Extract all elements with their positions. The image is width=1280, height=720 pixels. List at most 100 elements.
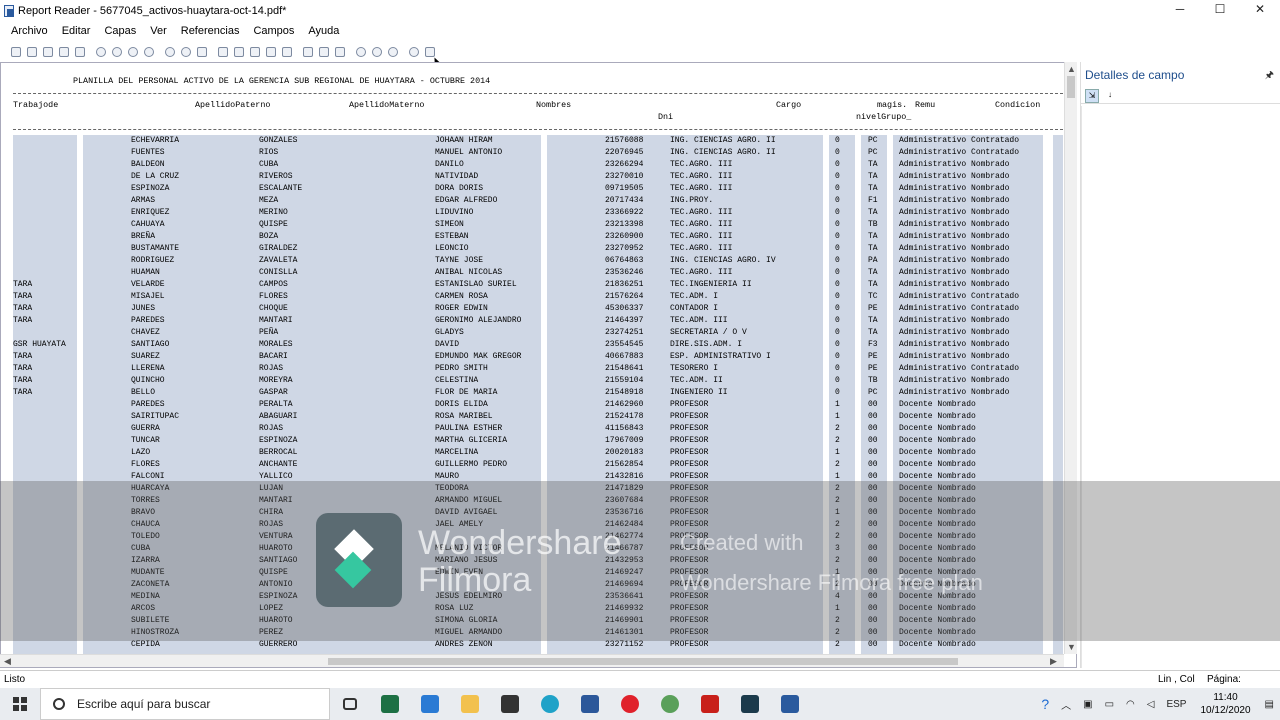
cell-paterno: QUINCHO bbox=[131, 376, 165, 385]
watermark-plan: Wondershare Filmora free plan bbox=[680, 570, 983, 595]
notifications-icon[interactable]: ▤ bbox=[1265, 699, 1274, 710]
menu-referencias[interactable]: Referencias bbox=[181, 25, 240, 37]
eye-icon[interactable] bbox=[409, 47, 419, 57]
cell-remu: 00 bbox=[868, 436, 878, 445]
cell-materno: MORALES bbox=[259, 340, 293, 349]
menu-editar[interactable]: Editar bbox=[62, 25, 91, 37]
layer2-icon[interactable] bbox=[112, 47, 122, 57]
import2-icon[interactable] bbox=[234, 47, 244, 57]
copy-icon[interactable] bbox=[59, 47, 69, 57]
import-icon[interactable] bbox=[218, 47, 228, 57]
report-title: PLANILLA DEL PERSONAL ACTIVO DE LA GEREN… bbox=[73, 76, 491, 86]
cell-materno: RIVEROS bbox=[259, 172, 293, 181]
mail-icon[interactable] bbox=[410, 688, 450, 720]
window-controls: ─ ☐ ✕ bbox=[1160, 0, 1280, 21]
edge-icon[interactable] bbox=[530, 688, 570, 720]
table-row: TARA PAREDES MANTARI GERONIMO ALEJANDRO 2146… bbox=[13, 315, 1053, 327]
scroll-down-icon[interactable]: ▼ bbox=[1067, 642, 1076, 652]
cell-dni: 17967009 bbox=[605, 436, 644, 445]
menu-ayuda[interactable]: Ayuda bbox=[308, 25, 339, 37]
cell-condicion: Administrativo Nombrado bbox=[899, 268, 1010, 277]
pick-icon[interactable] bbox=[250, 47, 260, 57]
table-row: ARMAS MEZA EDGAR ALFREDO 20717434 ING.PROY. 0… bbox=[13, 195, 1053, 207]
zoom-fit-icon[interactable] bbox=[388, 47, 398, 57]
taskbar-search[interactable]: Escribe aquí para buscar bbox=[40, 688, 330, 720]
menu-archivo[interactable]: Archivo bbox=[11, 25, 48, 37]
cell-dni: 20020183 bbox=[605, 448, 644, 457]
layer-icon[interactable] bbox=[96, 47, 106, 57]
layer3-icon[interactable] bbox=[128, 47, 138, 57]
erase-icon[interactable] bbox=[282, 47, 292, 57]
pin-icon[interactable]: 🖈 bbox=[1265, 68, 1274, 85]
table-row: PAREDES PERALTA DORIS ELIDA 21462960 PROFESO… bbox=[13, 399, 1053, 411]
clock[interactable]: 11:40 10/12/2020 bbox=[1200, 691, 1250, 717]
cell-materno: CUBA bbox=[259, 160, 279, 169]
cell-magis: 0 bbox=[835, 232, 840, 241]
volume-icon[interactable]: ◁ bbox=[1147, 699, 1155, 710]
add-icon[interactable] bbox=[266, 47, 276, 57]
page2-icon[interactable] bbox=[319, 47, 329, 57]
page-icon[interactable] bbox=[303, 47, 313, 57]
cell-condicion: Docente Nombrado bbox=[899, 400, 976, 409]
cell-trabajador: TARA bbox=[13, 388, 33, 397]
watermark-product: Filmora bbox=[418, 561, 532, 599]
word-icon[interactable] bbox=[570, 688, 610, 720]
cell-condicion: Administrativo Nombrado bbox=[899, 388, 1010, 397]
store-icon[interactable] bbox=[490, 688, 530, 720]
paste-icon[interactable] bbox=[75, 47, 85, 57]
cell-materno: MEZA bbox=[259, 196, 279, 205]
language-indicator[interactable]: ESP bbox=[1166, 699, 1186, 710]
cell-materno: PEÑA bbox=[259, 328, 279, 337]
chrome-icon[interactable] bbox=[650, 688, 690, 720]
menu-ver[interactable]: Ver bbox=[150, 25, 167, 37]
save-icon[interactable] bbox=[27, 47, 37, 57]
export-icon[interactable] bbox=[43, 47, 53, 57]
expand-icon[interactable]: ⇲ bbox=[1085, 88, 1099, 103]
cell-nombres: ANIBAL NICOLAS bbox=[435, 268, 503, 277]
page3-icon[interactable] bbox=[335, 47, 345, 57]
chevron-up-icon[interactable]: ︿ bbox=[1061, 697, 1071, 712]
help-icon[interactable]: ? bbox=[1041, 696, 1049, 712]
menu-campos[interactable]: Campos bbox=[253, 25, 294, 37]
cell-remu: TA bbox=[868, 232, 878, 241]
menu-capas[interactable]: Capas bbox=[104, 25, 136, 37]
terminal-icon[interactable] bbox=[730, 688, 770, 720]
report-reader-icon[interactable] bbox=[770, 688, 810, 720]
opera-icon[interactable] bbox=[610, 688, 650, 720]
scroll-up-icon[interactable]: ▲ bbox=[1067, 64, 1076, 74]
network-icon[interactable]: ◠ bbox=[1126, 699, 1135, 710]
shield-icon[interactable]: ▣ bbox=[1083, 699, 1092, 710]
table-icon[interactable] bbox=[197, 47, 207, 57]
cell-cargo: TEC.AGRO. III bbox=[670, 232, 733, 241]
scroll-thumb[interactable] bbox=[328, 658, 958, 665]
maximize-button[interactable]: ☐ bbox=[1200, 0, 1240, 21]
cell-cargo: TEC.AGRO. III bbox=[670, 220, 733, 229]
find-icon[interactable] bbox=[181, 47, 191, 57]
cell-materno: CAMPOS bbox=[259, 280, 288, 289]
file-explorer-icon[interactable] bbox=[450, 688, 490, 720]
cell-magis: 0 bbox=[835, 196, 840, 205]
cell-magis: 0 bbox=[835, 388, 840, 397]
excel-icon[interactable] bbox=[370, 688, 410, 720]
sort-icon[interactable]: ↓ bbox=[1103, 88, 1117, 103]
windows-start-icon[interactable] bbox=[0, 688, 40, 720]
cell-materno: BOZA bbox=[259, 232, 279, 241]
minimize-button[interactable]: ─ bbox=[1160, 0, 1200, 21]
layer4-icon[interactable] bbox=[144, 47, 154, 57]
cell-dni: 23554545 bbox=[605, 340, 644, 349]
zoom-out-icon[interactable] bbox=[372, 47, 382, 57]
dropdown-icon[interactable] bbox=[425, 47, 435, 57]
battery-icon[interactable]: ▭ bbox=[1105, 699, 1114, 710]
task-view-icon[interactable] bbox=[330, 688, 370, 720]
field-icon[interactable] bbox=[165, 47, 175, 57]
acrobat-icon[interactable] bbox=[690, 688, 730, 720]
cell-materno: ESPINOZA bbox=[259, 436, 298, 445]
search-placeholder: Escribe aquí para buscar bbox=[77, 697, 211, 711]
open-icon[interactable] bbox=[11, 47, 21, 57]
horizontal-scrollbar[interactable]: ◀ ▶ bbox=[0, 654, 1064, 667]
scroll-left-icon[interactable]: ◀ bbox=[4, 656, 11, 667]
scroll-thumb[interactable] bbox=[1067, 76, 1075, 98]
scroll-right-icon[interactable]: ▶ bbox=[1050, 656, 1057, 667]
close-button[interactable]: ✕ bbox=[1240, 0, 1280, 21]
zoom-in-icon[interactable] bbox=[356, 47, 366, 57]
